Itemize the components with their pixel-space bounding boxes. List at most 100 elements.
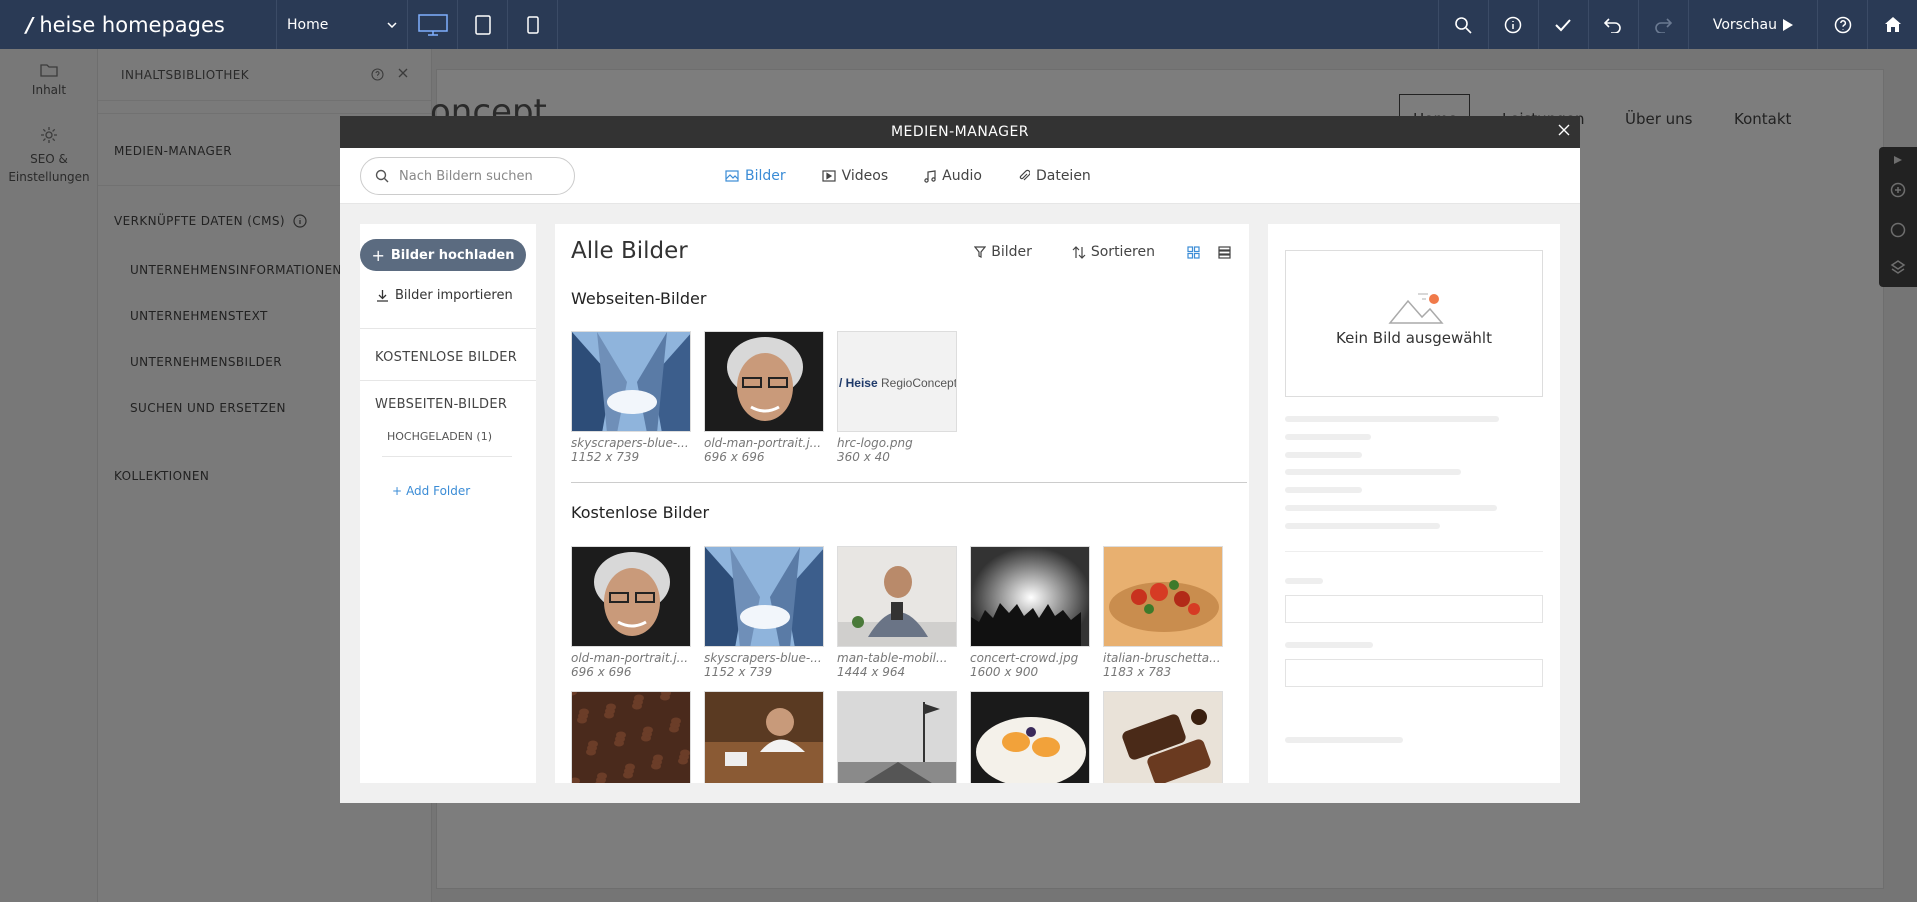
image-thumbnail[interactable]: skyscrapers-blue-... 1152 x 739 [571,331,691,464]
tab-files-label: Dateien [1035,168,1091,184]
close-icon[interactable] [1558,124,1570,136]
image-thumbnail[interactable] [837,691,957,783]
tab-videos[interactable]: Videos [822,168,889,184]
thumbnail-filename: skyscrapers-blue-... [571,436,689,450]
image-thumbnail[interactable] [1103,691,1223,783]
skeleton-line [1285,452,1362,458]
info-icon [1505,16,1522,33]
grid-view-icon[interactable] [1187,245,1200,259]
section-free-images: Kostenlose Bilder [571,503,710,522]
add-folder-button[interactable]: + Add Folder [392,484,470,498]
thumbnail-filename: italian-bruschetta... [1103,651,1221,665]
image-thumbnail[interactable]: skyscrapers-blue-... 1152 x 739 [704,546,824,679]
tab-audio[interactable]: Audio [924,168,982,184]
skeleton-line [1285,469,1461,475]
search-input[interactable] [399,168,559,184]
thumbnail-filename: man-table-mobil... [837,651,948,665]
tab-files[interactable]: Dateien [1018,168,1091,184]
thumbnail-filename: old-man-portrait.j... [704,436,822,450]
tab-videos-label: Videos [841,168,889,184]
thumbnail-image: / Heise RegioConcept [837,331,957,432]
skeleton-line [1285,642,1373,648]
thumbnail-dimensions: 1183 x 783 [1103,665,1172,679]
redo-button[interactable] [1637,0,1688,49]
help-icon [1834,16,1851,33]
thumbnail-image [704,691,824,783]
media-manager-dialog: MEDIEN-MANAGER Bilder Videos Audio Datei… [340,116,1580,803]
page-selector[interactable]: Home [277,0,408,49]
undo-button[interactable] [1587,0,1638,49]
skeleton-line [1285,505,1497,511]
home-button[interactable] [1867,0,1917,49]
image-thumbnail[interactable]: italian-bruschetta... 1183 x 783 [1103,546,1223,679]
folder-panel: + Bilder hochladen Bilder importieren KO… [360,224,536,783]
tablet-view-button[interactable] [458,0,508,49]
no-image-text: Kein Bild ausgewählt [1336,329,1492,347]
folder-free-images[interactable]: KOSTENLOSE BILDER [375,350,517,365]
image-thumbnail[interactable]: old-man-portrait.j... 696 x 696 [704,331,824,464]
mobile-view-button[interactable] [508,0,558,49]
import-images-button[interactable]: Bilder importieren [376,288,513,303]
desktop-view-button[interactable] [408,0,458,49]
thumbnail-dimensions: 1152 x 739 [571,450,640,464]
image-thumbnail[interactable] [970,691,1090,783]
download-icon [377,290,388,302]
play-icon [1783,18,1793,31]
filter-label: Bilder [991,244,1032,260]
list-view-icon[interactable] [1218,245,1231,259]
image-thumbnail[interactable]: concert-crowd.jpg 1600 x 900 [970,546,1090,679]
divider [382,456,512,457]
top-bar: / heise homepages Home Vorschau [0,0,1917,49]
image-details-panel: Kein Bild ausgewählt [1268,224,1560,783]
plus-icon: + [392,484,403,498]
publish-check-button[interactable] [1537,0,1588,49]
image-thumbnail[interactable]: man-table-mobil... 1444 x 964 [837,546,957,679]
caption-field[interactable] [1285,595,1543,623]
upload-images-button[interactable]: + Bilder hochladen [360,239,526,271]
sort-icon [1072,245,1086,259]
image-gallery: Alle Bilder Bilder Sortieren Webseiten-B… [555,224,1249,783]
thumbnail-dimensions: 360 x 40 [837,450,890,464]
search-box [360,157,575,195]
thumbnail-image [704,546,824,647]
thumbnail-image [970,691,1090,783]
section-site-images: Webseiten-Bilder [571,289,707,308]
plus-icon: + [371,245,385,265]
thumbnail-image [704,331,824,432]
thumbnail-image [970,546,1090,647]
filter-button[interactable]: Bilder [974,244,1032,260]
image-icon [725,170,739,182]
help-button[interactable] [1817,0,1867,49]
thumbnail-image [571,546,691,647]
image-preview: Kein Bild ausgewählt [1285,250,1543,397]
alt-text-field[interactable] [1285,659,1543,687]
tab-images[interactable]: Bilder [725,168,786,184]
divider [571,482,1247,483]
tab-images-label: Bilder [745,168,786,184]
image-thumbnail[interactable]: old-man-portrait.j... 696 x 696 [571,546,691,679]
preview-label: Vorschau [1712,16,1777,33]
folder-uploaded[interactable]: HOCHGELADEN (1) [387,430,492,443]
brand-name: heise homepages [39,12,225,37]
thumbnail-dimensions: 1152 x 739 [704,665,773,679]
dialog-title-bar: MEDIEN-MANAGER [340,116,1580,148]
home-icon [1884,17,1901,32]
image-thumbnail[interactable]: / Heise RegioConcept hrc-logo.png 360 x 40 [837,331,957,464]
thumbnail-dimensions: 696 x 696 [704,450,765,464]
upload-label: Bilder hochladen [390,247,515,263]
brand-logo[interactable]: / heise homepages [0,0,277,49]
sort-button[interactable]: Sortieren [1072,244,1155,260]
chevron-down-icon [387,21,397,28]
search-button[interactable] [1437,0,1488,49]
folder-site-images[interactable]: WEBSEITEN-BILDER [375,397,507,412]
info-button[interactable] [1487,0,1538,49]
dialog-title: MEDIEN-MANAGER [890,124,1030,140]
preview-button[interactable]: Vorschau [1687,0,1817,49]
image-thumbnail[interactable] [704,691,824,783]
thumbnail-filename: concert-crowd.jpg [970,651,1079,665]
image-thumbnail[interactable] [571,691,691,783]
desktop-icon [417,13,448,36]
skeleton-line [1285,737,1403,743]
divider [360,380,536,381]
thumbnail-image [571,691,691,783]
